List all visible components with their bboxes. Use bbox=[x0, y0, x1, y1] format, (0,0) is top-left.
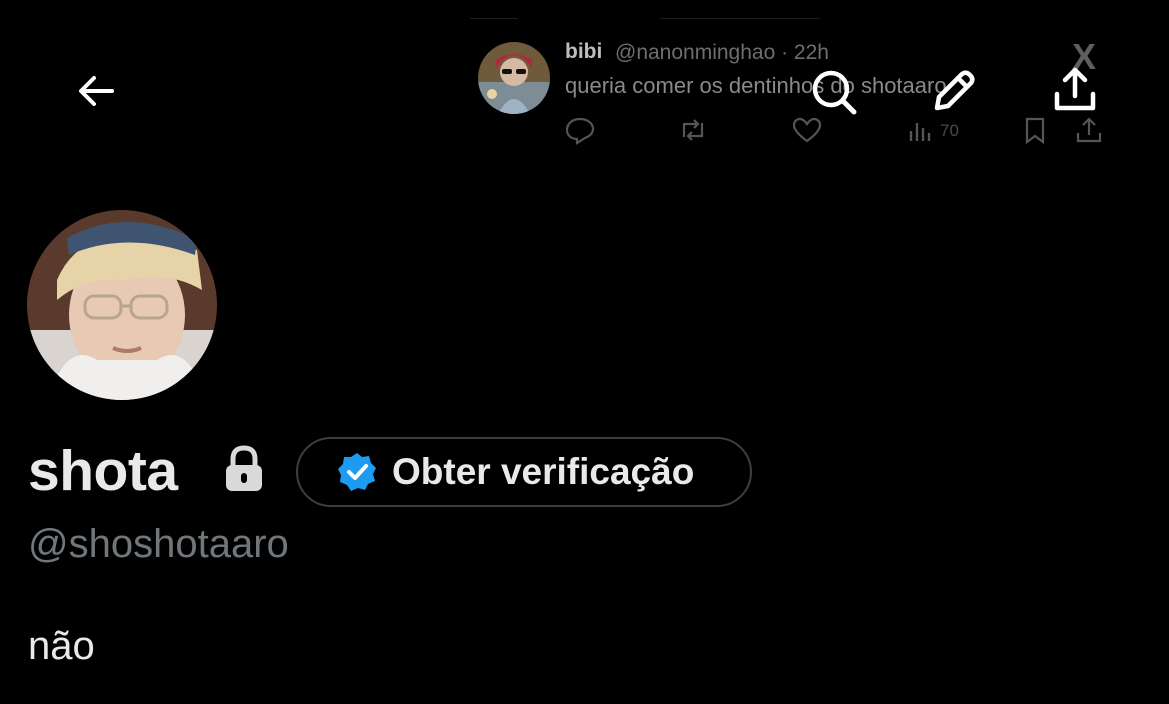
get-verified-label: Obter verificação bbox=[392, 451, 695, 492]
arrow-left-icon bbox=[70, 76, 124, 122]
profile-avatar[interactable] bbox=[27, 210, 217, 400]
retweet-icon bbox=[676, 115, 710, 145]
share-button[interactable] bbox=[1047, 62, 1103, 118]
compose-button[interactable] bbox=[925, 64, 981, 120]
search-button[interactable] bbox=[805, 64, 861, 120]
profile-handle: @shoshotaaro bbox=[28, 522, 289, 566]
display-name: shota bbox=[28, 439, 178, 503]
banner-tweet-avatar bbox=[478, 42, 550, 114]
banner-tweet-view-count: 70 bbox=[940, 121, 959, 140]
get-verified-button[interactable]: Obter verificação bbox=[296, 437, 752, 507]
banner-divider bbox=[470, 18, 518, 19]
banner-tweet-author-name: bibi bbox=[565, 40, 603, 63]
banner-tweet-text: queria comer os dentinhos do shotaaro bbox=[565, 73, 947, 98]
banner-tweet-author-handle: @nanonminghao · 22h bbox=[615, 41, 829, 64]
search-icon bbox=[805, 70, 861, 124]
pencil-icon bbox=[925, 70, 981, 124]
profile-bio: não bbox=[28, 624, 95, 668]
verified-badge-icon bbox=[336, 451, 378, 493]
reply-icon bbox=[563, 115, 597, 145]
back-button[interactable] bbox=[70, 64, 124, 118]
lock-icon bbox=[222, 444, 266, 494]
banner-divider bbox=[660, 18, 820, 19]
share-icon bbox=[1047, 67, 1103, 122]
